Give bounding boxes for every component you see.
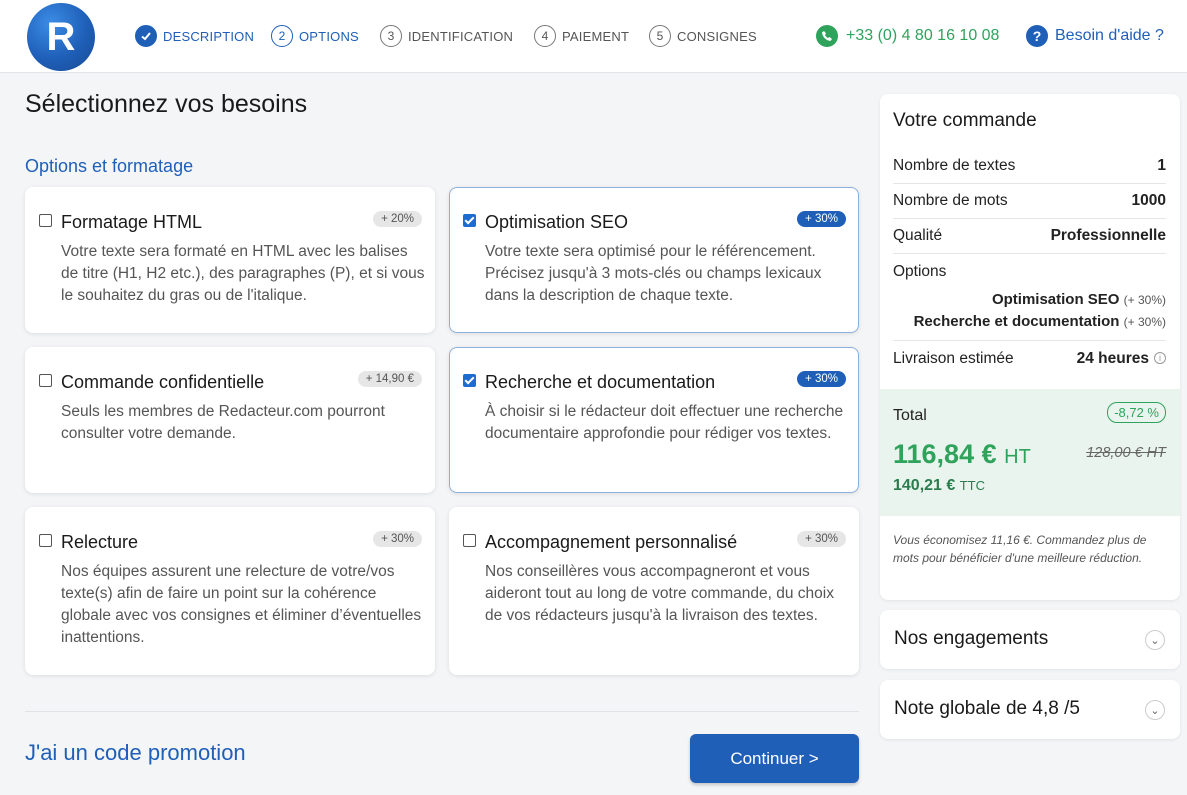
phone-icon — [816, 25, 838, 47]
option-accompagnement[interactable]: Accompagnement personnalisé + 30% Nos co… — [449, 507, 859, 675]
help-link[interactable]: ? Besoin d'aide ? — [1026, 24, 1164, 48]
row-value: 24 heures i — [1077, 350, 1166, 368]
logo[interactable]: R — [27, 3, 95, 71]
option-title: Relecture — [61, 532, 139, 552]
checkbox[interactable] — [463, 214, 476, 227]
step-label: DESCRIPTION — [163, 28, 255, 44]
option-formatage-html[interactable]: Formatage HTML + 20% Votre texte sera fo… — [25, 187, 435, 333]
options-label: Options — [893, 263, 947, 280]
option-commande-confidentielle[interactable]: Commande confidentielle + 14,90 € Seuls … — [25, 347, 435, 493]
checkbox[interactable] — [463, 374, 476, 387]
option-description: Nos équipes assurent une relecture de vo… — [61, 563, 422, 646]
step-paiement[interactable]: 4 PAIEMENT — [534, 24, 629, 48]
option-pct: (+ 30%) — [1123, 315, 1166, 329]
option-title: Accompagnement personnalisé — [485, 532, 738, 552]
phone-link[interactable]: +33 (0) 4 80 16 10 08 — [816, 24, 999, 48]
row-label: Qualité — [893, 227, 943, 244]
option-name: Optimisation SEO — [991, 291, 1120, 308]
order-title: Votre commande — [893, 110, 1037, 131]
help-label: Besoin d'aide ? — [1055, 27, 1164, 44]
accordion-rating[interactable]: Note globale de 4,8 /5 ⌄ — [880, 680, 1180, 739]
step-number: 4 — [534, 25, 556, 47]
total-label: Total — [893, 407, 927, 424]
option-title: Optimisation SEO — [485, 212, 629, 232]
step-consignes[interactable]: 5 CONSIGNES — [649, 24, 757, 48]
order-row-texts: Nombre de textes 1 — [893, 149, 1166, 184]
option-description: Seuls les membres de Redacteur.com pourr… — [61, 403, 385, 442]
price-ttc-value: 140,21 € — [893, 477, 956, 494]
page-title: Sélectionnez vos besoins — [25, 90, 308, 118]
section-title: Options et formatage — [25, 156, 194, 176]
option-description: À choisir si le rédacteur doit effectuer… — [485, 403, 844, 442]
price-badge: + 30% — [797, 531, 846, 547]
step-label: PAIEMENT — [562, 28, 630, 44]
accordion-title: Note globale de 4,8 /5 — [894, 698, 1080, 719]
chevron-down-icon[interactable]: ⌄ — [1145, 630, 1165, 650]
checkbox[interactable] — [39, 534, 52, 547]
info-icon[interactable]: i — [1154, 352, 1166, 365]
step-description[interactable]: DESCRIPTION — [135, 24, 254, 48]
step-identification[interactable]: 3 IDENTIFICATION — [380, 24, 513, 48]
price-badge: + 30% — [797, 371, 846, 387]
checkbox[interactable] — [39, 374, 52, 387]
help-icon: ? — [1026, 25, 1048, 47]
step-number: 5 — [649, 25, 671, 47]
option-recherche-documentation[interactable]: Recherche et documentation + 30% À chois… — [449, 347, 859, 493]
row-label: Livraison estimée — [893, 349, 1014, 367]
option-relecture[interactable]: Relecture + 30% Nos équipes assurent une… — [25, 507, 435, 675]
checkbox[interactable] — [463, 534, 476, 547]
order-summary: Votre commande Nombre de textes 1 Nombre… — [880, 94, 1180, 600]
divider — [25, 711, 859, 712]
total-block: Total -8,72 % 116,84 € HT 128,00 € HT 14… — [880, 389, 1180, 516]
row-value: 1 — [1157, 157, 1166, 174]
option-optimisation-seo[interactable]: Optimisation SEO + 30% Votre texte sera … — [449, 187, 859, 333]
order-row-words: Nombre de mots 1000 — [893, 184, 1166, 219]
ttc-suffix: TTC — [959, 478, 986, 493]
price-badge: + 20% — [373, 211, 422, 227]
top-header: R DESCRIPTION 2 OPTIONS 3 IDENTIFICATION… — [0, 0, 1187, 73]
check-icon — [135, 25, 157, 47]
saving-note: Vous économisez 11,16 €. Commandez plus … — [893, 533, 1147, 565]
option-description: Votre texte sera optimisé pour le référe… — [485, 243, 822, 304]
row-value: Professionnelle — [1050, 227, 1166, 244]
order-options: Options Optimisation SEO (+ 30%) Recherc… — [893, 254, 1166, 341]
step-number: 2 — [271, 25, 293, 47]
phone-number: +33 (0) 4 80 16 10 08 — [846, 27, 1000, 44]
price-badge: + 30% — [373, 531, 422, 547]
row-label: Nombre de textes — [893, 157, 1016, 174]
option-description: Votre texte sera formaté en HTML avec le… — [61, 243, 425, 304]
order-row-quality: Qualité Professionnelle — [893, 219, 1166, 254]
price-badge: + 30% — [797, 211, 846, 227]
option-description: Nos conseillères vous accompagneront et … — [485, 563, 834, 624]
price-badge: + 14,90 € — [357, 371, 422, 387]
chevron-down-icon[interactable]: ⌄ — [1145, 700, 1165, 720]
row-value: 1000 — [1131, 192, 1166, 209]
step-label: OPTIONS — [299, 28, 359, 44]
accordion-title: Nos engagements — [894, 628, 1049, 649]
selected-option: Recherche et documentation (+ 30%) — [914, 313, 1166, 330]
selected-option: Optimisation SEO (+ 30%) — [992, 291, 1166, 308]
step-options[interactable]: 2 OPTIONS — [271, 24, 359, 48]
step-number: 3 — [380, 25, 402, 47]
option-title: Recherche et documentation — [485, 372, 716, 392]
step-label: CONSIGNES — [677, 28, 757, 44]
promo-code-link[interactable]: J'ai un code promotion — [25, 740, 246, 766]
ht-suffix: HT — [1004, 446, 1031, 468]
option-name: Recherche et documentation — [913, 313, 1120, 330]
price-ttc: 140,21 € TTC — [893, 477, 985, 495]
delivery-value: 24 heures — [1076, 349, 1149, 367]
discount-badge: -8,72 % — [1107, 402, 1166, 423]
checkbox[interactable] — [39, 214, 52, 227]
order-row-delivery: Livraison estimée 24 heures i — [893, 341, 1166, 376]
step-label: IDENTIFICATION — [408, 28, 514, 44]
price-ht-value: 116,84 € — [893, 439, 997, 469]
accordion-engagements[interactable]: Nos engagements ⌄ — [880, 610, 1180, 669]
price-ht: 116,84 € HT — [893, 439, 1031, 470]
continue-button[interactable]: Continuer > — [690, 734, 859, 783]
old-price: 128,00 € HT — [1086, 445, 1166, 461]
row-label: Nombre de mots — [893, 192, 1008, 209]
option-pct: (+ 30%) — [1123, 293, 1166, 307]
option-title: Formatage HTML — [61, 212, 203, 232]
